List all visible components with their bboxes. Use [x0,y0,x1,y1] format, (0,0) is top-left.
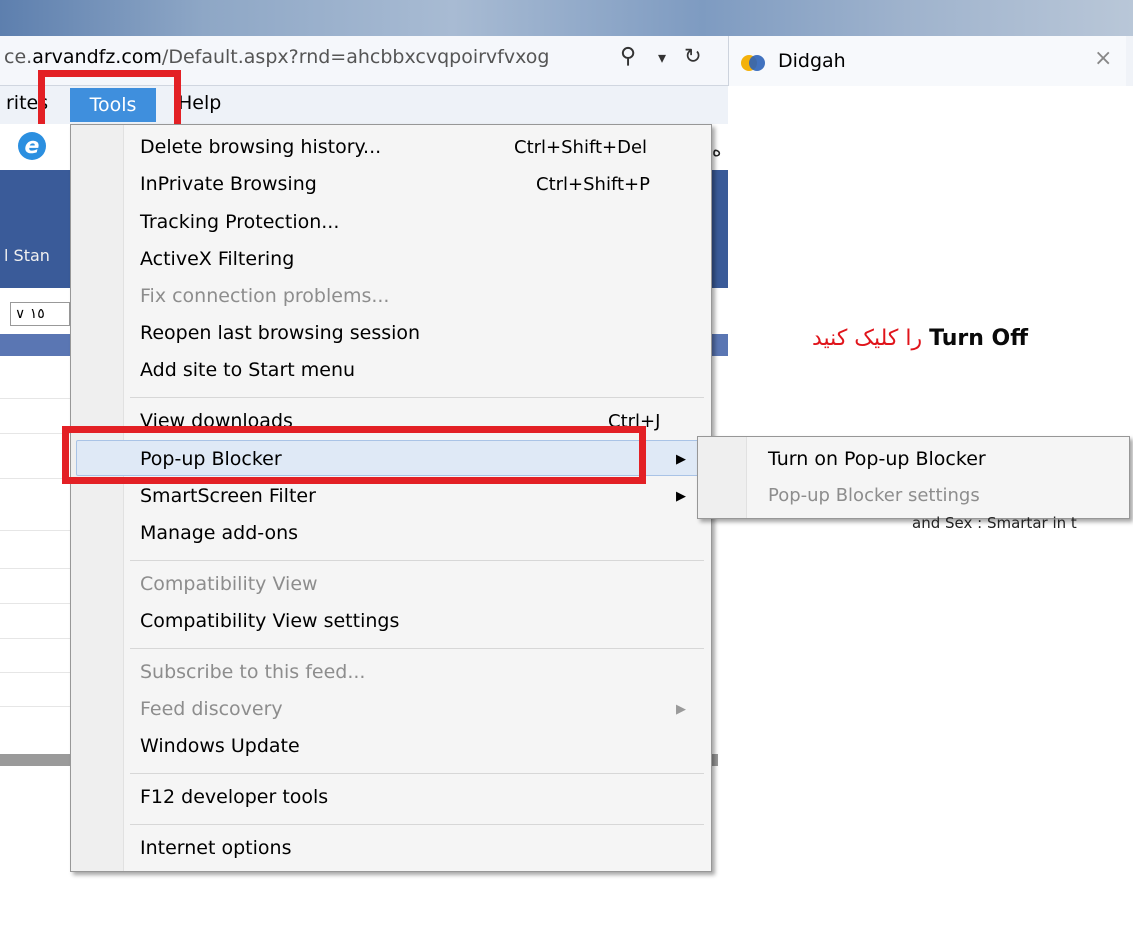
submenu-arrow-icon: ▶ [676,452,686,467]
submenu-gutter [698,437,747,518]
page-row-line [0,478,70,479]
page-select-value: ∨ ١٥ [15,306,45,322]
menu-separator [130,824,704,825]
menu-item-feed-discovery: Feed discovery [140,698,283,720]
menu-item-smartscreen[interactable]: SmartScreen Filter [140,485,316,507]
menu-item-manage-addons[interactable]: Manage add-ons [140,522,298,544]
ie-icon[interactable]: e [18,132,46,160]
page-row-line [0,568,70,569]
tools-menu-gutter [71,125,124,871]
menu-item-fix-connection: Fix connection problems... [140,285,390,307]
menu-item-activex-filtering[interactable]: ActiveX Filtering [140,248,294,270]
menu-item-compat-settings[interactable]: Compatibility View settings [140,610,399,632]
submenu-item-settings: Pop-up Blocker settings [768,485,980,506]
search-icon[interactable]: ⚲ [620,44,636,69]
menu-item-compat-view: Compatibility View [140,573,318,595]
menu-item-internet-options[interactable]: Internet options [140,837,291,859]
menu-help[interactable]: Help [178,92,221,114]
tools-highlight-box [38,70,181,132]
menu-item-reopen-session[interactable]: Reopen last browsing session [140,322,420,344]
page-side-label: l Stan [4,246,50,265]
page-row-line [0,433,70,434]
page-row-line [0,672,70,673]
window-title-strip [0,0,1133,36]
menu-item-windows-update[interactable]: Windows Update [140,735,300,757]
shortcut-delete-history: Ctrl+Shift+Del [514,137,648,158]
page-blue-bar-right [712,334,728,356]
submenu-item-turn-on[interactable]: Turn on Pop-up Blocker [768,448,986,470]
menu-separator [130,773,704,774]
page-row-line [0,706,70,707]
page-header-band-right [712,170,728,288]
menu-separator [130,560,704,561]
menu-item-tracking-protection[interactable]: Tracking Protection... [140,211,339,233]
address-dropdown-icon[interactable]: ▾ [658,48,666,67]
menu-item-inprivate[interactable]: InPrivate Browsing [140,173,317,195]
menu-item-delete-history[interactable]: Delete browsing history... [140,136,381,158]
page-blue-bar [0,334,70,356]
address-url[interactable]: ce.arvandfz.com/Default.aspx?rnd=ahcbbxc… [4,46,549,68]
page-row-line [0,603,70,604]
page-row-line [0,638,70,639]
submenu-arrow-icon: ▶ [676,489,686,504]
page-header-band [0,170,70,288]
menu-separator [130,648,704,649]
refresh-icon[interactable]: ↻ [684,44,702,68]
menu-item-subscribe-feed: Subscribe to this feed... [140,661,366,683]
popup-blocker-highlight-box [62,426,646,484]
page-scrollbar-edge [712,754,718,766]
menu-separator [130,397,704,398]
menu-item-add-to-start[interactable]: Add site to Start menu [140,359,355,381]
page-select[interactable]: ∨ ١٥ [10,302,70,326]
page-side-glyph: ﻩ [712,140,722,161]
page-scrollbar[interactable] [0,754,70,766]
tab-edge [1126,36,1133,86]
didgah-favicon-icon [740,50,766,76]
page-right-fragment: and Sex : Smartar in t [912,514,1077,532]
shortcut-inprivate: Ctrl+Shift+P [536,174,650,195]
page-row-line [0,530,70,531]
instruction-text: Turn Off را کلیک کنید [812,326,1029,351]
page-row-line [0,398,70,399]
tab-close-icon[interactable]: × [1094,46,1112,71]
submenu-arrow-icon: ▶ [676,702,686,717]
tab-title: Didgah [778,50,846,72]
menu-item-f12-tools[interactable]: F12 developer tools [140,786,328,808]
